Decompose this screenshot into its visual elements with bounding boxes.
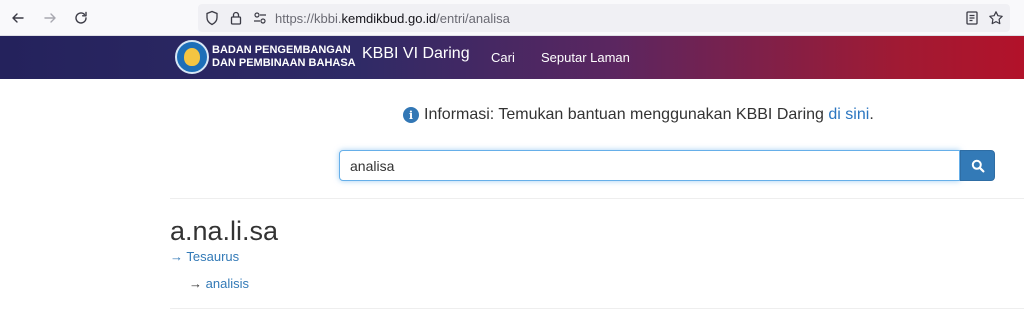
thesaurus-label: Tesaurus bbox=[186, 249, 240, 264]
url-text[interactable]: https://kbbi.kemdikbud.go.id/entri/anali… bbox=[275, 11, 510, 26]
logo-icon[interactable] bbox=[175, 40, 209, 74]
browser-toolbar: https://kbbi.kemdikbud.go.id/entri/anali… bbox=[0, 0, 1024, 36]
thesaurus-link[interactable]: → Tesaurus bbox=[170, 249, 239, 264]
divider-bottom bbox=[170, 308, 1024, 309]
entry-headword: a.na.li.sa bbox=[170, 216, 279, 246]
forward-icon[interactable] bbox=[38, 6, 62, 30]
url-path: /entri/analisa bbox=[436, 11, 510, 26]
back-icon[interactable] bbox=[6, 6, 30, 30]
search-button[interactable] bbox=[960, 150, 995, 181]
lock-icon[interactable] bbox=[228, 10, 244, 26]
reader-view-icon[interactable] bbox=[964, 10, 980, 26]
app-title[interactable]: KBBI VI Daring bbox=[362, 45, 470, 63]
reference-arrow-icon: → bbox=[189, 276, 202, 291]
url-prefix: https://kbbi. bbox=[275, 11, 342, 26]
info-message: i Informasi: Temukan bantuan menggunakan… bbox=[403, 106, 874, 124]
permissions-icon[interactable] bbox=[252, 10, 268, 26]
brand-line-1: BADAN PENGEMBANGAN bbox=[212, 44, 351, 56]
search-input[interactable] bbox=[339, 150, 960, 181]
nav-search-link[interactable]: Cari bbox=[491, 50, 515, 65]
divider-top bbox=[170, 198, 1024, 199]
reference-entry: → analisis bbox=[189, 276, 249, 291]
shield-icon[interactable] bbox=[204, 10, 220, 26]
bookmark-star-icon[interactable] bbox=[988, 10, 1004, 26]
url-bar[interactable]: https://kbbi.kemdikbud.go.id/entri/anali… bbox=[198, 4, 1010, 32]
thesaurus-arrow-icon: → bbox=[170, 249, 183, 264]
nav-about-link[interactable]: Seputar Laman bbox=[541, 50, 630, 65]
reload-icon[interactable] bbox=[69, 6, 93, 30]
url-domain: kemdikbud.go.id bbox=[341, 11, 437, 26]
info-end: . bbox=[869, 106, 874, 123]
search-icon bbox=[971, 159, 984, 172]
brand-name[interactable]: BADAN PENGEMBANGAN DAN PEMBINAAN BAHASA bbox=[212, 44, 356, 70]
brand-line-2: DAN PEMBINAAN BAHASA bbox=[212, 57, 356, 69]
help-link[interactable]: di sini bbox=[828, 106, 869, 124]
reference-link-analisis[interactable]: analisis bbox=[206, 276, 249, 291]
info-icon: i bbox=[403, 107, 419, 123]
info-text: Informasi: Temukan bantuan menggunakan K… bbox=[424, 106, 824, 123]
site-header: BADAN PENGEMBANGAN DAN PEMBINAAN BAHASA … bbox=[0, 36, 1024, 79]
